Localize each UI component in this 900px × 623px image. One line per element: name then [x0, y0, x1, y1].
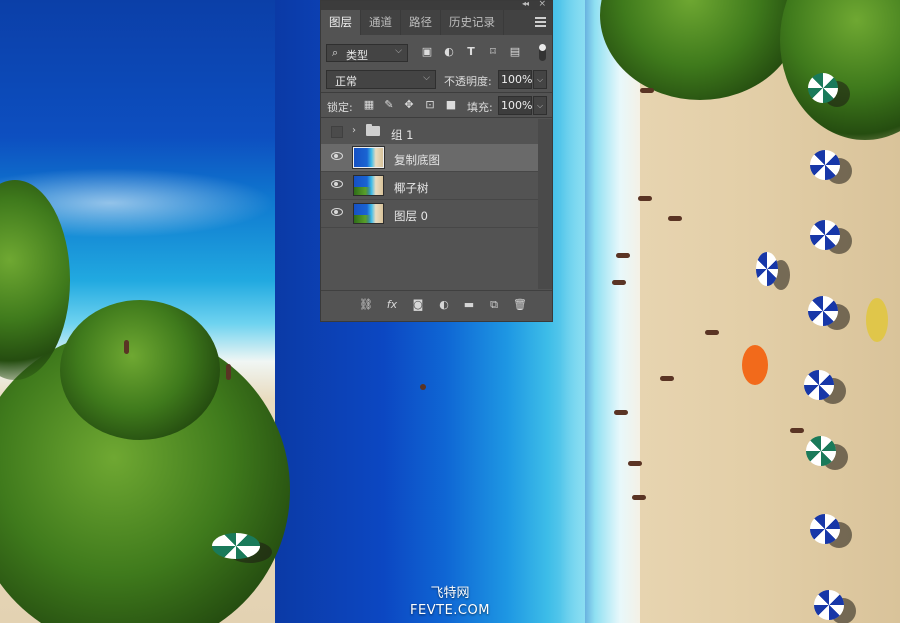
photo-umbrella — [756, 252, 778, 286]
blend-row: 正常 ⌵ 不透明度: 100% ⌵ — [321, 69, 552, 91]
blend-mode-select[interactable]: 正常 ⌵ — [326, 70, 436, 89]
fx-icon[interactable]: fx — [385, 298, 399, 312]
watermark-line2: FEVTE.COM — [410, 603, 490, 618]
photo-person — [616, 253, 630, 258]
panel-tabs: 图层 通道 路径 历史记录 — [321, 10, 552, 35]
lock-transparent-pixels-icon[interactable]: ▦ — [362, 98, 376, 112]
delete-layer-icon[interactable]: 🗑 — [513, 298, 527, 312]
smart-object-filter-icon[interactable]: ▤ — [508, 45, 522, 59]
opacity-dropdown-icon[interactable]: ⌵ — [533, 70, 547, 89]
opacity-input[interactable]: 100% — [498, 70, 532, 89]
fill-label: 填充: — [467, 101, 493, 114]
new-layer-icon[interactable]: ⧉ — [487, 298, 501, 312]
eye-icon[interactable] — [331, 180, 343, 188]
layer-thumbnail — [353, 203, 384, 224]
layer-filter-row: ⌕ 类型 ⌵ ▣ ◐ T ⌑ ▤ — [321, 43, 552, 67]
layer-name: 复制底图 — [394, 153, 440, 167]
new-adjustment-layer-icon[interactable]: ◐ — [437, 298, 451, 312]
lock-label: 锁定: — [327, 101, 353, 114]
layer-thumbnail — [353, 175, 384, 196]
lock-image-pixels-icon[interactable]: ✎ — [382, 98, 396, 112]
separator — [321, 117, 552, 118]
tab-channels[interactable]: 通道 — [361, 10, 401, 35]
layer-palm-trees[interactable]: 椰子树 — [321, 172, 552, 200]
type-filter-icon[interactable]: T — [464, 45, 478, 59]
eye-icon[interactable] — [331, 152, 343, 160]
photo-umbrella — [810, 150, 840, 180]
collapse-panel-icon[interactable]: ◂◂ — [522, 0, 529, 8]
panel-title-bar[interactable]: ◂◂ × — [321, 0, 552, 10]
photo-person — [226, 364, 231, 380]
photo-umbrella — [808, 296, 838, 326]
photo-umbrella — [804, 370, 834, 400]
photo-person — [632, 495, 646, 500]
watermark: 飞特网 FEVTE.COM — [0, 582, 900, 618]
opacity-label: 不透明度: — [444, 75, 492, 88]
lock-row: 锁定: ▦ ✎ ✥ ⊡ ■ 填充: 100% ⌵ — [321, 95, 552, 117]
new-group-icon[interactable]: ▬ — [462, 298, 476, 312]
photo-person — [124, 340, 129, 354]
layer-group-1[interactable]: › 组 1 — [321, 119, 552, 147]
layer-thumbnail — [352, 146, 385, 169]
tab-paths[interactable]: 路径 — [401, 10, 441, 35]
photo-person — [705, 330, 719, 335]
photo-umbrella — [742, 345, 768, 385]
layer-name: 组 1 — [391, 128, 414, 142]
lock-all-icon[interactable]: ■ — [444, 98, 458, 112]
layers-list: › 组 1 复制底图 椰子树 图层 0 — [321, 119, 552, 289]
visibility-toggle[interactable] — [331, 126, 343, 138]
layer-name: 图层 0 — [394, 209, 428, 223]
layers-panel: ◂◂ × 图层 通道 路径 历史记录 ⌕ 类型 ⌵ ▣ ◐ T ⌑ ▤ 正常 ⌵… — [320, 0, 553, 322]
eye-icon[interactable] — [331, 208, 343, 216]
tab-layers[interactable]: 图层 — [321, 10, 361, 35]
separator — [321, 92, 552, 93]
photo-umbrella — [810, 220, 840, 250]
photo-person — [614, 410, 628, 415]
expand-arrow-icon[interactable]: › — [352, 125, 356, 136]
add-mask-icon[interactable]: ◙ — [411, 298, 425, 312]
chevron-down-icon: ⌵ — [395, 46, 402, 56]
photo-person — [668, 216, 682, 221]
photo-person — [612, 280, 626, 285]
search-icon: ⌕ — [332, 46, 339, 59]
filter-toggle[interactable] — [539, 44, 546, 61]
layer-name: 椰子树 — [394, 181, 429, 195]
shape-filter-icon[interactable]: ⌑ — [486, 45, 500, 59]
photo-person — [660, 376, 674, 381]
photo-person — [638, 196, 652, 201]
photo-umbrella — [808, 73, 838, 103]
photo-tree — [60, 300, 220, 440]
photo-person — [628, 461, 642, 466]
close-panel-icon[interactable]: × — [538, 0, 546, 9]
photo-umbrella — [866, 298, 888, 342]
layer-copy-background[interactable]: 复制底图 — [321, 144, 552, 172]
blend-mode-value: 正常 — [335, 75, 357, 88]
fill-input[interactable]: 100% — [498, 96, 532, 115]
chevron-down-icon: ⌵ — [423, 73, 430, 83]
watermark-line1: 飞特网 — [430, 586, 470, 601]
photo-umbrella — [810, 514, 840, 544]
photo-umbrella — [806, 436, 836, 466]
link-layers-icon[interactable]: ⛓ — [359, 298, 373, 312]
photo-umbrella — [212, 533, 260, 559]
lock-artboard-icon[interactable]: ⊡ — [423, 98, 437, 112]
photo-person — [790, 428, 804, 433]
layers-bottom-toolbar: ⛓ fx ◙ ◐ ▬ ⧉ 🗑 — [321, 290, 552, 321]
panel-menu-icon[interactable] — [535, 17, 546, 29]
filter-kind-label: 类型 — [346, 49, 368, 62]
fill-dropdown-icon[interactable]: ⌵ — [533, 96, 547, 115]
adjustment-filter-icon[interactable]: ◐ — [442, 45, 456, 59]
lock-position-icon[interactable]: ✥ — [402, 98, 416, 112]
photo-person — [640, 88, 654, 93]
image-filter-icon[interactable]: ▣ — [420, 45, 434, 59]
layers-scrollbar[interactable] — [538, 119, 552, 289]
photo-person — [420, 384, 426, 390]
layer-0[interactable]: 图层 0 — [321, 200, 552, 228]
filter-kind-select[interactable]: ⌕ 类型 ⌵ — [326, 44, 408, 62]
folder-icon — [366, 124, 380, 136]
tab-history[interactable]: 历史记录 — [441, 10, 504, 35]
